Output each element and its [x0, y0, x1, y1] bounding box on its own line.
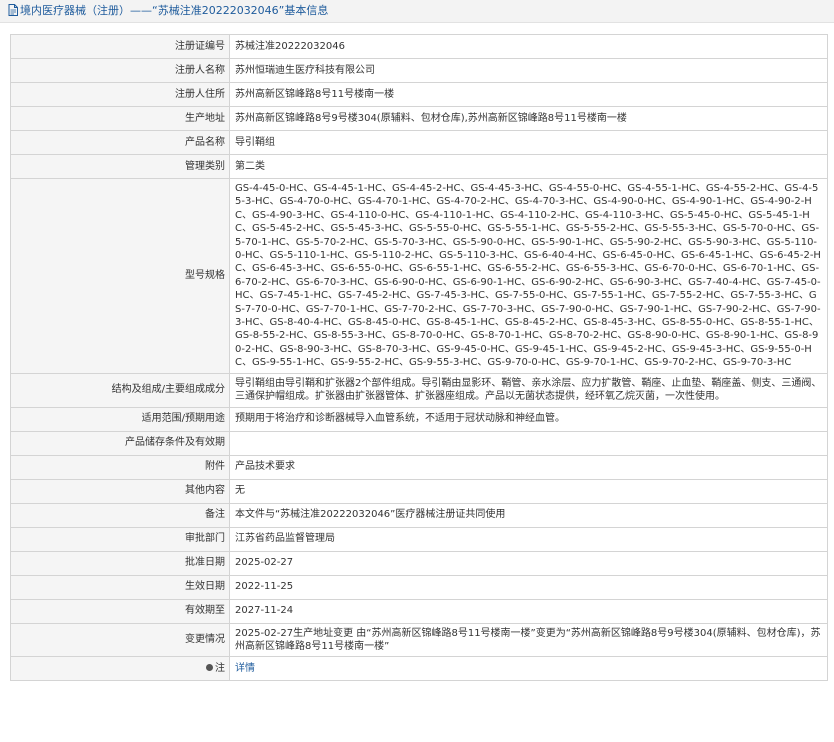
field-label: 适用范围/预期用途 [10, 406, 230, 432]
page-header: 境内医疗器械（注册）——“苏械注准20222032046”基本信息 [0, 0, 834, 23]
field-label: 注册证编号 [10, 34, 230, 59]
field-label: 管理类别 [10, 154, 230, 179]
document-icon [8, 4, 18, 16]
field-value-product-name: 导引鞘组 [229, 130, 828, 155]
row-structure: 结构及组成/主要组成成分 导引鞘组由导引鞘和扩张器2个部件组成。导引鞘由显影环、… [10, 372, 828, 408]
field-label: 产品储存条件及有效期 [10, 430, 230, 456]
row-prod-address: 生产地址 苏州高新区锦峰路8号9号楼304(原辅料、包材仓库),苏州高新区锦峰路… [10, 106, 828, 131]
field-value-remark: 本文件与“苏械注准20222032046”医疗器械注册证共同使用 [229, 502, 828, 528]
field-label: 注册人住所 [10, 82, 230, 107]
field-value-storage [229, 430, 828, 456]
field-value-expiry-date: 2027-11-24 [229, 598, 828, 624]
row-approver: 审批部门 江苏省药品监督管理局 [10, 526, 828, 552]
row-product-name: 产品名称 导引鞘组 [10, 130, 828, 155]
field-value-intended-use: 预期用于将治疗和诊断器械导入血管系统，不适用于冠状动脉和神经血管。 [229, 406, 828, 432]
field-label: 有效期至 [10, 598, 230, 624]
info-table: 注册证编号 苏械注准20222032046 注册人名称 苏州恒瑞迪生医疗科技有限… [10, 34, 828, 682]
field-value-prod-address: 苏州高新区锦峰路8号9号楼304(原辅料、包材仓库),苏州高新区锦峰路8号11号… [229, 106, 828, 131]
row-storage: 产品储存条件及有效期 [10, 430, 828, 456]
row-attachment: 附件 产品技术要求 [10, 454, 828, 480]
field-label: 型号规格 [10, 178, 230, 374]
row-reg-address: 注册人住所 苏州高新区锦峰路8号11号楼南一楼 [10, 82, 828, 107]
row-models: 型号规格 GS-4-45-0-HC、GS-4-45-1-HC、GS-4-45-2… [10, 178, 828, 374]
field-value-note: 详情 [229, 656, 828, 682]
field-label: 变更情况 [10, 622, 230, 658]
field-value-other: 无 [229, 478, 828, 504]
bullet-icon [206, 664, 213, 672]
field-label: 生效日期 [10, 574, 230, 600]
field-value-structure: 导引鞘组由导引鞘和扩张器2个部件组成。导引鞘由显影环、鞘管、亲水涂层、应力扩散管… [229, 372, 828, 408]
field-value-attachment: 产品技术要求 [229, 454, 828, 480]
field-label: 其他内容 [10, 478, 230, 504]
row-reg-no: 注册证编号 苏械注准20222032046 [10, 34, 828, 59]
row-expiry-date: 有效期至 2027-11-24 [10, 598, 828, 624]
field-value-approver: 江苏省药品监督管理局 [229, 526, 828, 552]
row-approval-date: 批准日期 2025-02-27 [10, 550, 828, 576]
page-title: 境内医疗器械（注册）——“苏械注准20222032046”基本信息 [20, 4, 329, 17]
row-changes: 变更情况 2025-02-27生产地址变更 由“苏州高新区锦峰路8号11号楼南一… [10, 622, 828, 658]
details-link[interactable]: 详情 [235, 663, 255, 674]
field-label: 审批部门 [10, 526, 230, 552]
row-other: 其他内容 无 [10, 478, 828, 504]
row-intended-use: 适用范围/预期用途 预期用于将治疗和诊断器械导入血管系统，不适用于冠状动脉和神经… [10, 406, 828, 432]
row-note: 注 详情 [10, 656, 828, 682]
row-category: 管理类别 第二类 [10, 154, 828, 179]
field-label: 生产地址 [10, 106, 230, 131]
field-value-changes: 2025-02-27生产地址变更 由“苏州高新区锦峰路8号11号楼南一楼”变更为… [229, 622, 828, 658]
field-label: 附件 [10, 454, 230, 480]
field-label: 批准日期 [10, 550, 230, 576]
field-value-approval-date: 2025-02-27 [229, 550, 828, 576]
row-effective-date: 生效日期 2022-11-25 [10, 574, 828, 600]
field-value-category: 第二类 [229, 154, 828, 179]
row-remark: 备注 本文件与“苏械注准20222032046”医疗器械注册证共同使用 [10, 502, 828, 528]
field-label-note: 注 [10, 656, 230, 682]
note-label: 注 [215, 663, 225, 675]
field-label: 结构及组成/主要组成成分 [10, 372, 230, 408]
row-registrant: 注册人名称 苏州恒瑞迪生医疗科技有限公司 [10, 58, 828, 83]
field-value-reg-address: 苏州高新区锦峰路8号11号楼南一楼 [229, 82, 828, 107]
field-label: 注册人名称 [10, 58, 230, 83]
field-value-reg-no: 苏械注准20222032046 [229, 34, 828, 59]
field-label: 产品名称 [10, 130, 230, 155]
field-label: 备注 [10, 502, 230, 528]
field-value-registrant: 苏州恒瑞迪生医疗科技有限公司 [229, 58, 828, 83]
field-value-models: GS-4-45-0-HC、GS-4-45-1-HC、GS-4-45-2-HC、G… [229, 178, 828, 374]
field-value-effective-date: 2022-11-25 [229, 574, 828, 600]
